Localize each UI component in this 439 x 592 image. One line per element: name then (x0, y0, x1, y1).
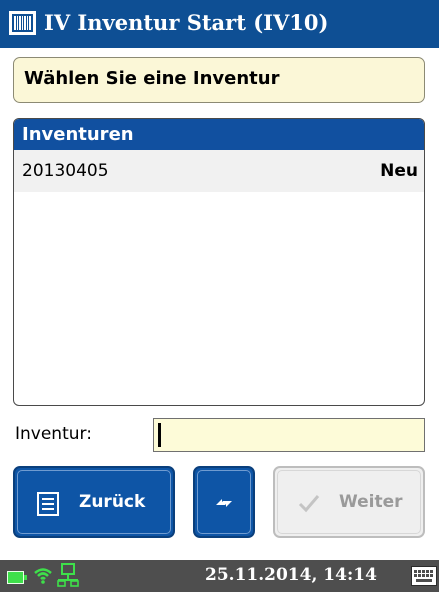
status-datetime: 25.11.2014, 14:14 (205, 565, 377, 585)
inventory-input-label: Inventur: (15, 424, 92, 444)
window-title: IV Inventur Start (IV10) (44, 10, 329, 35)
inventory-list[interactable]: Inventuren 20130405 Neu (13, 118, 425, 406)
list-header-label: Inventuren (22, 124, 134, 145)
status-bar: 25.11.2014, 14:14 (0, 560, 439, 592)
checkmark-icon (297, 490, 321, 518)
back-button-label: Zurück (79, 492, 146, 512)
app-barcode-icon (9, 11, 36, 35)
wifi-icon[interactable] (33, 565, 53, 589)
instruction-box: Wählen Sie eine Inventur (13, 57, 425, 103)
list-item[interactable]: 20130405 Neu (14, 150, 424, 192)
text-caret (158, 423, 161, 447)
battery-icon[interactable] (7, 569, 27, 588)
next-button[interactable]: Weiter (273, 466, 425, 538)
back-button[interactable]: Zurück (13, 466, 175, 538)
next-button-label: Weiter (339, 492, 403, 512)
list-icon (37, 492, 59, 520)
refresh-button[interactable] (193, 466, 255, 538)
list-item-status: Neu (380, 161, 418, 181)
keyboard-icon[interactable] (411, 566, 437, 590)
instruction-text: Wählen Sie eine Inventur (24, 68, 280, 89)
list-item-id: 20130405 (22, 161, 109, 181)
list-header: Inventuren (14, 119, 424, 150)
inventory-input[interactable] (153, 418, 425, 452)
refresh-icon (212, 491, 236, 519)
network-icon[interactable] (57, 563, 79, 591)
title-bar: IV Inventur Start (IV10) (0, 0, 439, 48)
